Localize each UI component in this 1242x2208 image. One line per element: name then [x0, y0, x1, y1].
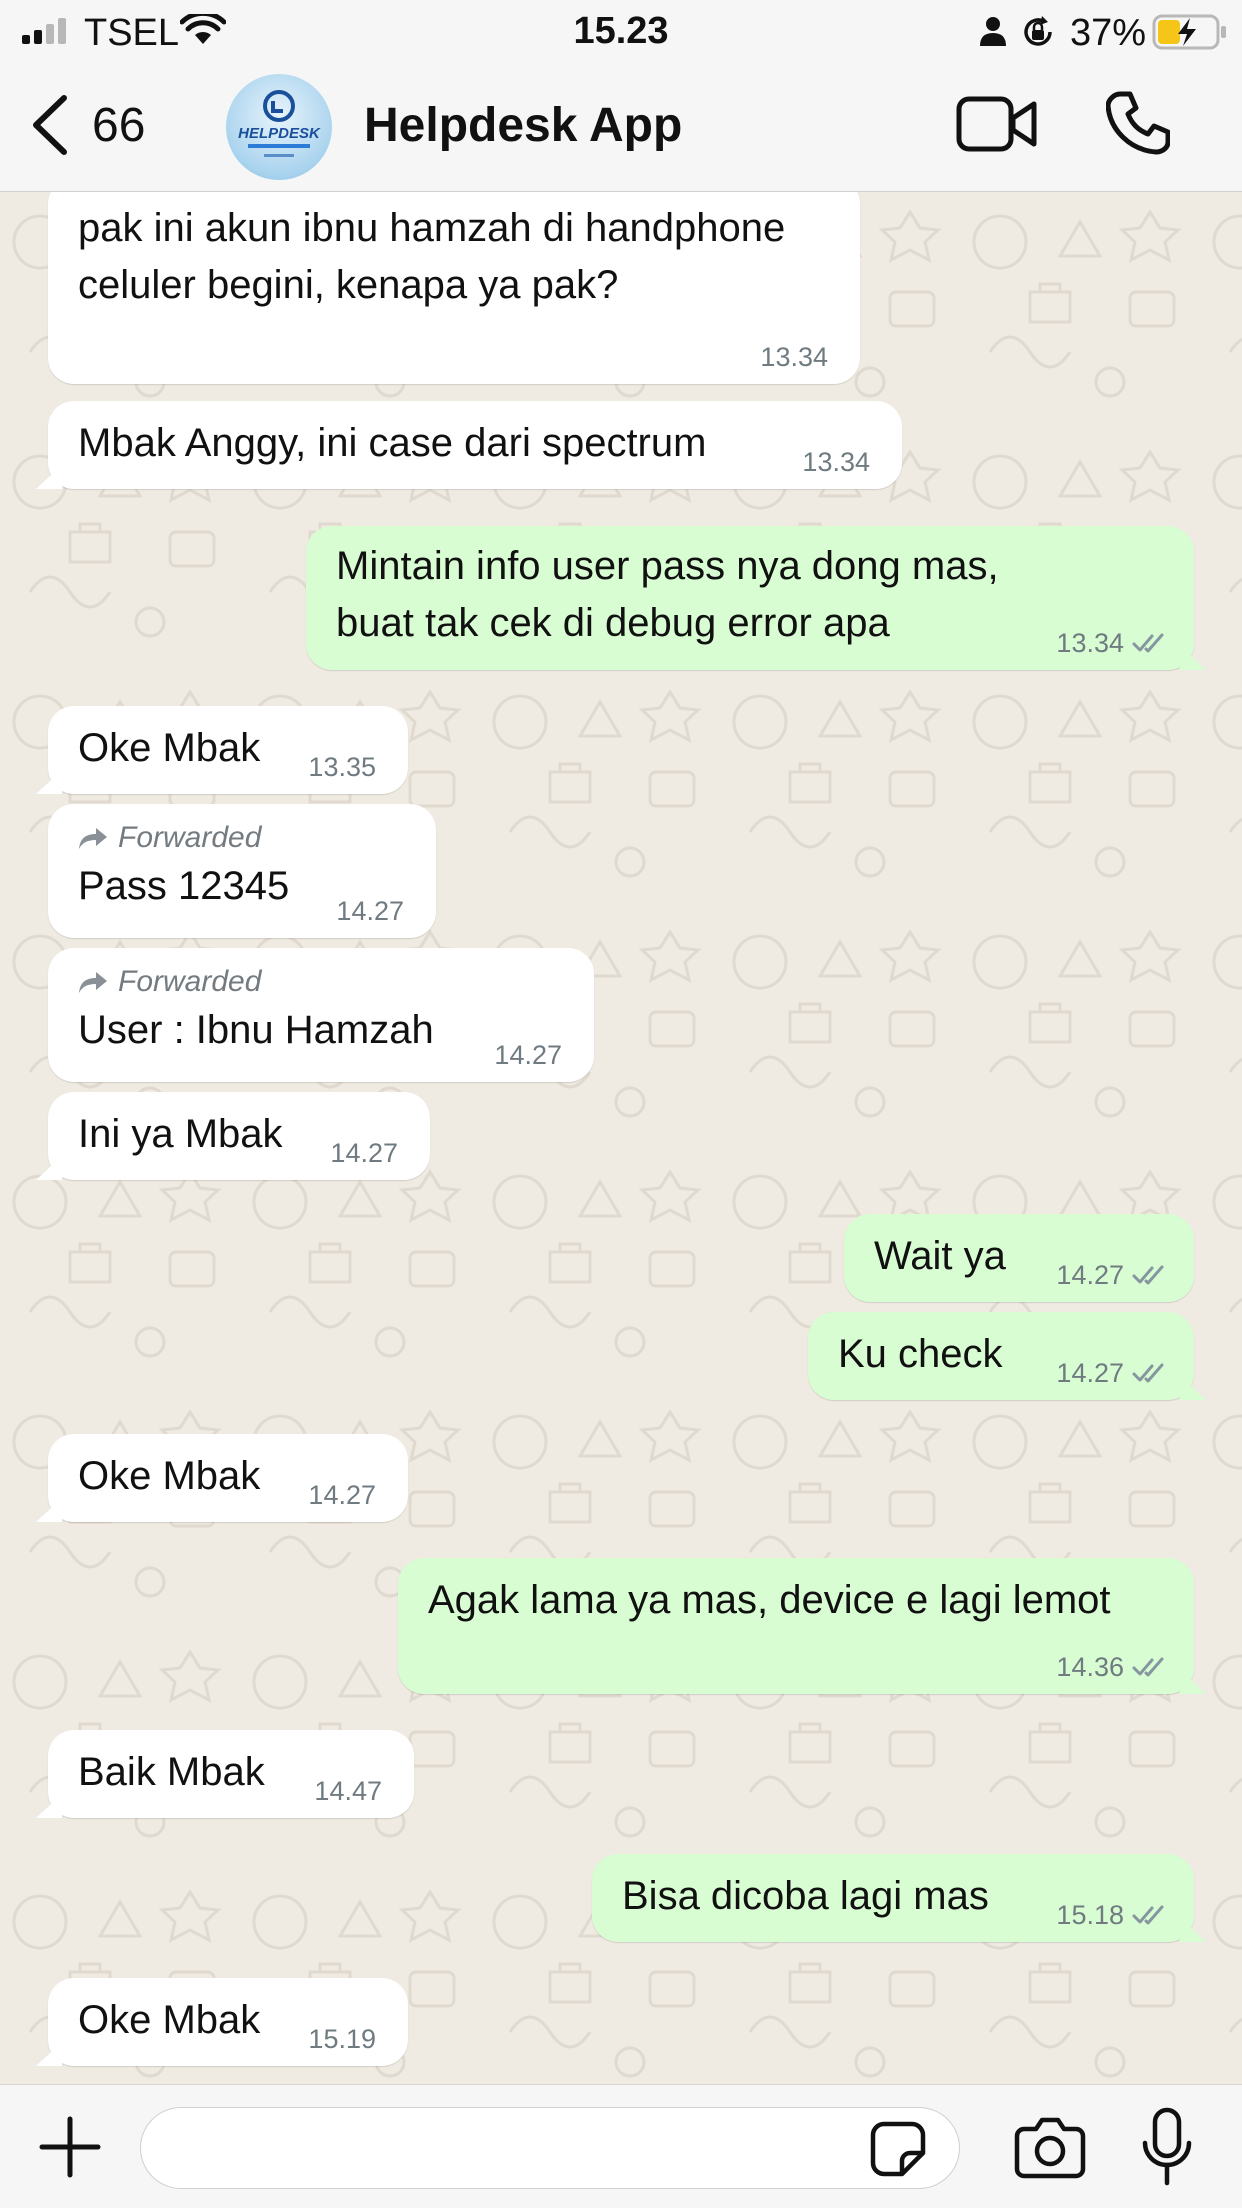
status-bar: TSEL 15.23 37% [0, 0, 1242, 62]
message-time: 14.27 [308, 1480, 376, 1510]
message-time: 14.27 [330, 1138, 398, 1168]
message-time: 14.27 [336, 896, 404, 926]
message-meta: 14.27 [1056, 1260, 1168, 1290]
message-outgoing[interactable]: Ku check 14.27 [808, 1312, 1206, 1400]
message-incoming[interactable]: Mbak Anggy, ini case dari spectrum 13.34 [36, 401, 902, 489]
back-button[interactable]: 66 [28, 90, 188, 160]
forwarded-label: Forwarded [78, 818, 406, 858]
helpdesk-logo: HELPDESK [238, 90, 321, 157]
battery-percent: 37% [1070, 12, 1147, 54]
message-time: 13.34 [802, 447, 870, 477]
message-time: 13.34 [760, 342, 828, 372]
message-incoming[interactable]: pak ini akun ibnu hamzah di handphone ce… [48, 192, 860, 384]
message-incoming[interactable]: Oke Mbak 15.19 [36, 1978, 408, 2066]
phone-icon[interactable] [1106, 90, 1170, 156]
message-list[interactable]: pak ini akun ibnu hamzah di handphone ce… [0, 192, 1242, 2084]
read-receipt-icon [1132, 633, 1164, 653]
chat-header: 66 HELPDESK Helpdesk App [0, 62, 1242, 192]
message-meta: 13.34 [1056, 628, 1168, 658]
message-text: Agak lama ya mas, device e lagi lemot [428, 1578, 1111, 1622]
message-outgoing[interactable]: Bisa dicoba lagi mas 15.18 [592, 1854, 1206, 1942]
read-receipt-icon [1132, 1905, 1164, 1925]
rotation-lock-icon [1024, 16, 1052, 46]
forward-arrow-icon [79, 972, 107, 993]
message-meta: 15.18 [1056, 1900, 1168, 1930]
message-text: Mbak Anggy, ini case dari spectrum [78, 421, 707, 465]
message-incoming[interactable]: Oke Mbak 14.27 [36, 1434, 408, 1522]
chat-title[interactable]: Helpdesk App [364, 98, 682, 153]
message-incoming[interactable]: Ini ya Mbak 14.27 [36, 1092, 430, 1180]
svg-text:HELPDESK: HELPDESK [238, 125, 321, 142]
forwarded-label: Forwarded [78, 962, 564, 1002]
message-incoming[interactable]: Baik Mbak 14.47 [36, 1730, 414, 1818]
message-time: 14.27 [494, 1040, 562, 1070]
chevron-left-icon [33, 95, 67, 155]
message-outgoing[interactable]: Wait ya 14.27 [844, 1214, 1194, 1302]
message-text: Mintain info user pass nya dong mas, bua… [336, 544, 999, 645]
message-input[interactable] [140, 2107, 960, 2189]
plus-icon[interactable] [38, 2115, 102, 2179]
message-time: 13.35 [308, 752, 376, 782]
message-time: 13.34 [1056, 628, 1124, 658]
read-receipt-icon [1132, 1657, 1164, 1677]
message-time: 15.19 [308, 2024, 376, 2054]
video-call-icon[interactable] [956, 96, 1038, 152]
message-incoming-forwarded[interactable]: Forwarded Pass 12345 14.27 [48, 804, 436, 938]
message-outgoing[interactable]: Agak lama ya mas, device e lagi lemot 14… [398, 1558, 1206, 1694]
forward-arrow-icon [79, 828, 107, 849]
person-icon [980, 17, 1006, 46]
message-meta: 14.27 [1056, 1358, 1168, 1388]
message-outgoing[interactable]: Mintain info user pass nya dong mas, bua… [306, 526, 1206, 670]
unread-count: 66 [92, 98, 146, 152]
microphone-icon[interactable] [1140, 2107, 1194, 2187]
message-time: 14.27 [1056, 1358, 1124, 1388]
message-time: 14.47 [314, 1776, 382, 1806]
contact-avatar[interactable]: HELPDESK [226, 74, 332, 180]
composer-bar [0, 2084, 1242, 2208]
message-time: 14.27 [1056, 1260, 1124, 1290]
battery-charging-icon [1152, 14, 1226, 50]
camera-icon[interactable] [1014, 2115, 1086, 2179]
message-time: 14.36 [1056, 1652, 1124, 1682]
message-time: 15.18 [1056, 1900, 1124, 1930]
message-text: pak ini akun ibnu hamzah di handphone ce… [78, 206, 786, 307]
message-meta: 14.36 [1056, 1652, 1168, 1682]
message-incoming-forwarded[interactable]: Forwarded User : Ibnu Hamzah 14.27 [48, 948, 594, 1082]
read-receipt-icon [1132, 1265, 1164, 1285]
sticker-icon[interactable] [870, 2121, 926, 2177]
read-receipt-icon [1132, 1363, 1164, 1383]
message-incoming[interactable]: Oke Mbak 13.35 [36, 706, 408, 794]
message-text: User : Ibnu Hamzah [78, 1008, 434, 1052]
